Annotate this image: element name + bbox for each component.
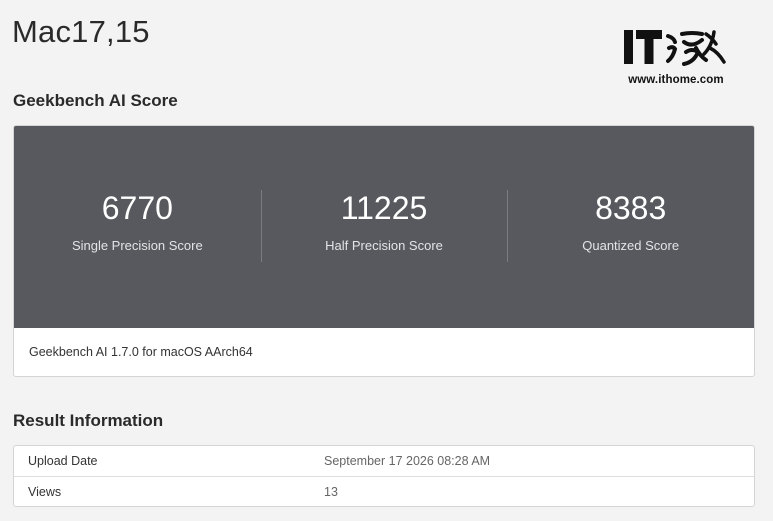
- score-value: 11225: [340, 190, 428, 226]
- page-title: Mac17,15: [12, 14, 150, 49]
- score-panel: 6770 Single Precision Score 11225 Half P…: [14, 126, 754, 328]
- score-section-title: Geekbench AI Score: [13, 91, 178, 110]
- row-value: September 17 2026 08:28 AM: [324, 454, 491, 468]
- score-label: Quantized Score: [582, 238, 680, 253]
- ithome-logo: www.ithome.com: [622, 26, 732, 90]
- score-half-precision: 11225 Half Precision Score: [260, 126, 508, 328]
- page: Mac17,15 www.ithome.com Geekbench AI Sco…: [0, 0, 773, 521]
- score-value: 8383: [595, 190, 667, 226]
- row-key: Views: [28, 485, 62, 499]
- ithome-logo-icon: [624, 30, 726, 66]
- result-info-table: Upload Date September 17 2026 08:28 AM V…: [13, 445, 755, 507]
- score-value: 6770: [101, 190, 173, 226]
- logo-url: www.ithome.com: [628, 74, 724, 86]
- row-key: Upload Date: [28, 454, 98, 468]
- score-label: Half Precision Score: [325, 238, 443, 253]
- result-section-title: Result Information: [13, 411, 164, 430]
- table-row: Views 13: [14, 476, 754, 506]
- score-card: 6770 Single Precision Score 11225 Half P…: [13, 125, 755, 377]
- score-quantized: 8383 Quantized Score: [507, 126, 754, 328]
- score-label: Single Precision Score: [71, 238, 203, 253]
- row-value: 13: [324, 485, 338, 499]
- score-single-precision: 6770 Single Precision Score: [14, 126, 261, 328]
- benchmark-version: Geekbench AI 1.7.0 for macOS AArch64: [29, 345, 253, 359]
- table-row: Upload Date September 17 2026 08:28 AM: [14, 446, 754, 476]
